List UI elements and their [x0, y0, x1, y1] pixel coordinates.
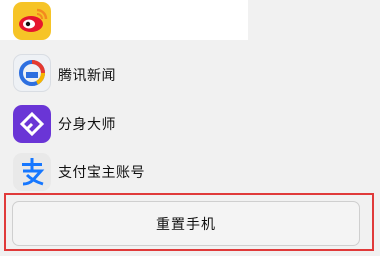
- app-row-fenshen-dashi[interactable]: 分身大师: [0, 99, 380, 149]
- app-label: 分身大师: [58, 117, 116, 133]
- alipay-icon: [13, 153, 51, 191]
- app-label: 支付宝主账号: [58, 165, 145, 181]
- fenshen-dashi-icon: [13, 105, 51, 143]
- reset-phone-button[interactable]: 重置手机: [12, 201, 360, 246]
- app-row-alipay[interactable]: 支付宝主账号: [0, 147, 380, 197]
- app-label: 腾讯新闻: [58, 68, 116, 84]
- app-row-weibo[interactable]: [0, 0, 380, 42]
- weibo-icon: [13, 2, 51, 40]
- app-row-tencent-news[interactable]: 腾讯新闻: [0, 50, 380, 100]
- tencent-news-icon: [13, 54, 51, 92]
